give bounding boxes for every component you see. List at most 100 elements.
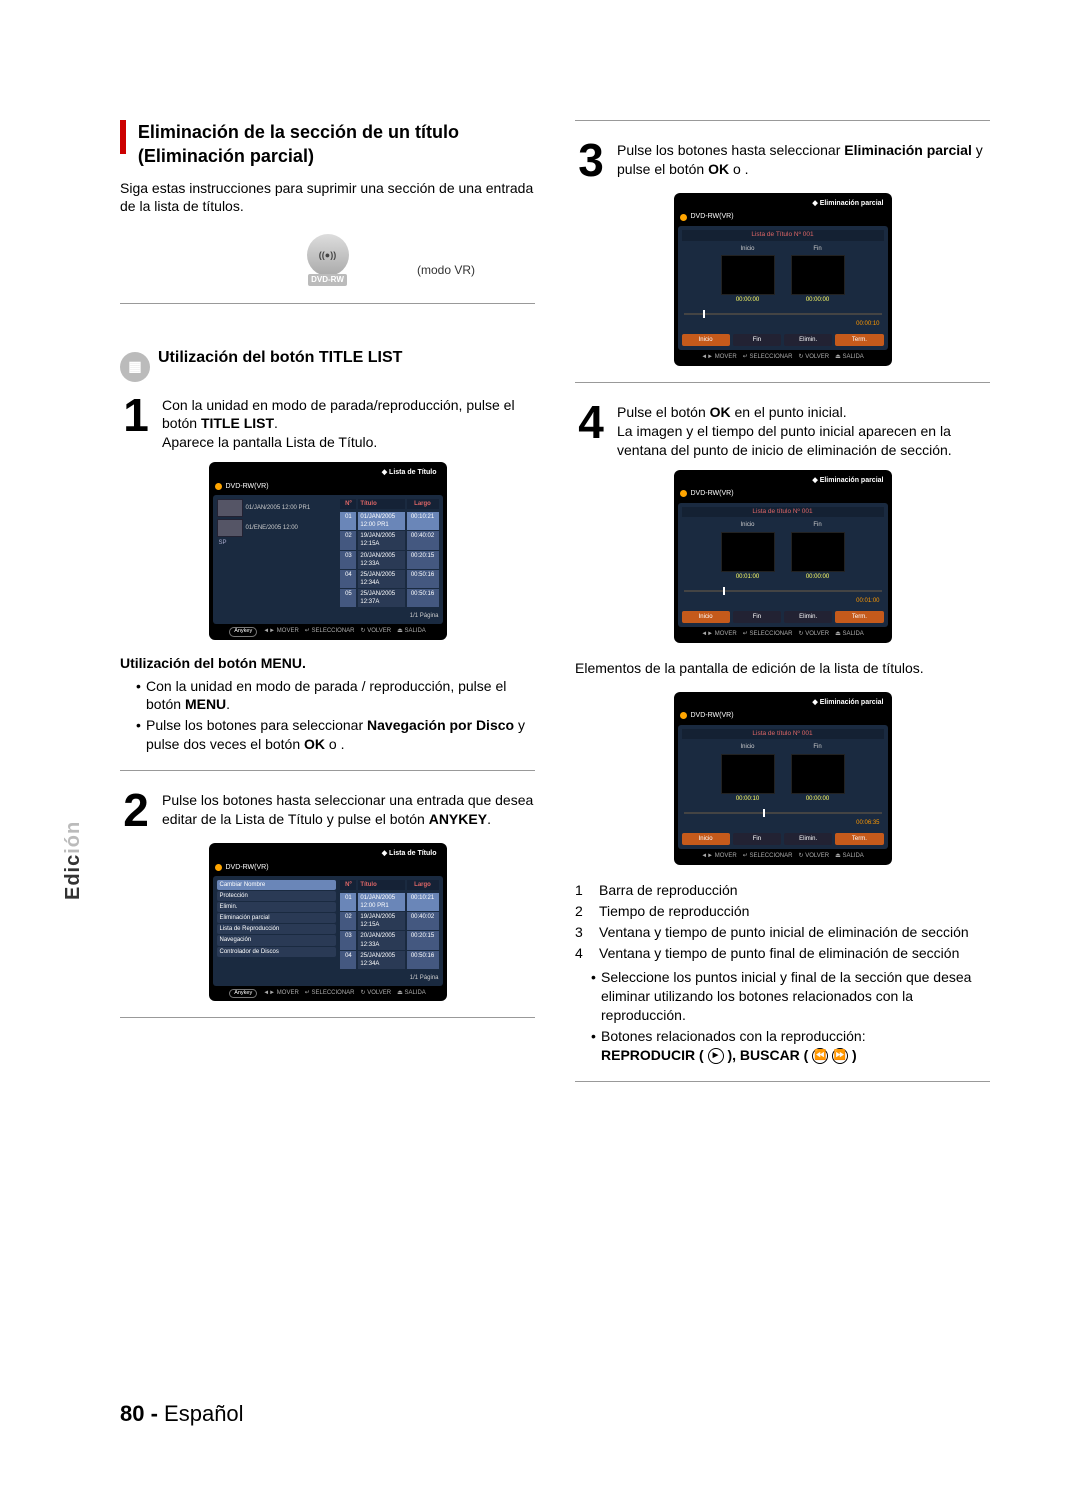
screen-title-list-menu: ◆ Lista de Título DVD-RW(VR) Cambiar Nom…	[209, 843, 447, 1001]
ep2fs: SELECCIONAR	[749, 631, 792, 637]
s2d: .	[487, 811, 491, 827]
divider	[575, 382, 990, 383]
sc1-r1n: 02	[340, 531, 356, 549]
mode-vr-label: (modo VR)	[120, 262, 475, 278]
ep2fe: SALIDA	[842, 631, 863, 637]
sc1-r4t: 25/JAN/2005 12:37A	[358, 589, 404, 607]
rec-dot-icon	[680, 490, 687, 497]
menu-item-2: Elimin.	[217, 902, 337, 912]
menu-b2: Pulse los botones para seleccionar Naveg…	[136, 716, 535, 754]
ep1-foot-sel: ↵ SELECCIONAR	[743, 353, 793, 361]
s4c: en el punto inicial.	[731, 404, 847, 420]
playhead-icon	[723, 587, 725, 595]
ep-lab-end: Fin	[791, 245, 845, 253]
preview-start	[721, 532, 775, 572]
btn-term: Term.	[835, 611, 883, 623]
divider	[120, 303, 535, 304]
sc2-r0n: 01	[340, 893, 356, 911]
step-number-2: 2	[120, 787, 152, 833]
ep-lab-start: Inicio	[721, 521, 775, 529]
ep3fs: SELECCIONAR	[749, 853, 792, 859]
mb2g: .	[341, 736, 345, 752]
s4a: Pulse el botón	[617, 404, 710, 420]
sc1-r1t: 19/JAN/2005 12:15A	[358, 531, 404, 549]
sc1-r2t: 20/JAN/2005 12:33A	[358, 551, 404, 569]
intro-text: Siga estas instrucciones para suprimir u…	[120, 179, 535, 217]
ep3fe: SALIDA	[842, 853, 863, 859]
menu-item-1: Protección	[217, 891, 337, 901]
step-2-text: Pulse los botones hasta seleccionar una …	[162, 787, 535, 829]
section-title: Eliminación de la sección de un título (…	[138, 120, 468, 169]
sc1-r1l: 00:40:02	[407, 531, 439, 549]
btn-term: Term.	[835, 833, 883, 845]
sc1-thumb2: 01/ENE/2005 12:00	[246, 524, 298, 532]
sc1-foot-move: ◄► MOVER	[263, 627, 299, 636]
sc1-r4l: 00:50:16	[407, 589, 439, 607]
sc1-r0n: 01	[340, 512, 356, 530]
page-number: 80 -	[120, 1401, 158, 1426]
left-column: Eliminación de la sección de un título (…	[120, 120, 535, 1098]
thumb-icon	[217, 499, 243, 517]
ep2-tend: 00:00:00	[791, 573, 845, 581]
btn-start: Inicio	[682, 833, 730, 845]
playback-bar	[684, 587, 882, 595]
sc2-page: 1/1 Página	[340, 974, 438, 982]
anykey-tag: Anykey	[229, 627, 257, 636]
sc1-r3t: 25/JAN/2005 12:34A	[358, 570, 404, 588]
sc2-h-len: Largo	[407, 880, 439, 890]
step-1: 1 Con la unidad en modo de parada/reprod…	[120, 392, 535, 453]
key-n-4: 4	[575, 944, 593, 963]
preview-end	[791, 532, 845, 572]
elements-intro: Elementos de la pantalla de edición de l…	[575, 659, 990, 678]
btn-end: Fin	[733, 833, 781, 845]
rec-dot-icon	[215, 483, 222, 490]
key-n-1: 1	[575, 881, 593, 900]
screen-partial-delete-3: ◆ Eliminación parcial DVD-RW(VR) Lista d…	[674, 692, 892, 865]
glyph-diamond: ◆	[812, 200, 817, 207]
divider	[120, 770, 535, 771]
subsection-title: Utilización del botón TITLE LIST	[158, 347, 402, 369]
sc2-foot-move: ◄► MOVER	[263, 989, 299, 998]
sc1fb: VOLVER	[367, 628, 391, 634]
ep3-tend: 00:00:00	[791, 795, 845, 803]
page-language: Español	[164, 1401, 244, 1426]
sc1-sp: SP	[219, 539, 227, 547]
sc2-r3t: 25/JAN/2005 12:34A	[358, 951, 404, 969]
title-list-icon: ▦	[120, 352, 150, 382]
sc1-disc: DVD-RW(VR)	[226, 482, 269, 491]
s3f: o	[729, 161, 745, 177]
sc2fs: SELECCIONAR	[312, 990, 355, 996]
tip-1: Seleccione los puntos inicial y final de…	[591, 968, 990, 1025]
menu-b1: Con la unidad en modo de parada / reprod…	[136, 677, 535, 715]
sc2-r2n: 03	[340, 931, 356, 949]
playhead-icon	[703, 310, 705, 318]
right-column: 3 Pulse los botones hasta seleccionar El…	[575, 120, 990, 1098]
playback-bar	[684, 809, 882, 817]
btn-del: Elimin.	[784, 611, 832, 623]
sc2-r3n: 04	[340, 951, 356, 969]
ep1fb: VOLVER	[805, 354, 829, 360]
ep2-tstart: 00:01:00	[721, 573, 775, 581]
sc1-thumbs: 01/JAN/2005 12:00 PR1 01/ENE/2005 12:00	[217, 499, 337, 537]
sc1-r2l: 00:20:15	[407, 551, 439, 569]
sc2-disc: DVD-RW(VR)	[226, 863, 269, 872]
sc2fm: MOVER	[277, 990, 299, 996]
anykey-tag: Anykey	[229, 989, 257, 998]
sc2-r1n: 02	[340, 912, 356, 930]
sc2-r0t: 01/JAN/2005 12:00 PR1	[358, 893, 404, 911]
key-n-2: 2	[575, 902, 593, 921]
step-number-4: 4	[575, 399, 607, 445]
ep1-tend: 00:00:00	[791, 296, 845, 304]
sc1-h-len: Largo	[407, 499, 439, 509]
forward-icon: ⏩	[832, 1048, 848, 1064]
btn-start: Inicio	[682, 334, 730, 346]
ep-list-line-1: Lista de Título Nº 001	[682, 230, 884, 241]
mb1c: .	[226, 696, 230, 712]
s3b: hasta seleccionar	[731, 142, 844, 158]
tip-2: Botones relacionados con la reproducción…	[591, 1027, 990, 1065]
tip2b: REPRODUCIR (	[601, 1047, 708, 1063]
sc1-foot-sel: ↵ SELECCIONAR	[305, 627, 355, 636]
s1d: Aparece la pantalla Lista de Título.	[162, 434, 377, 450]
s3c: Eliminación parcial	[844, 142, 972, 158]
ep1-clock: 00:00:10	[682, 320, 884, 330]
